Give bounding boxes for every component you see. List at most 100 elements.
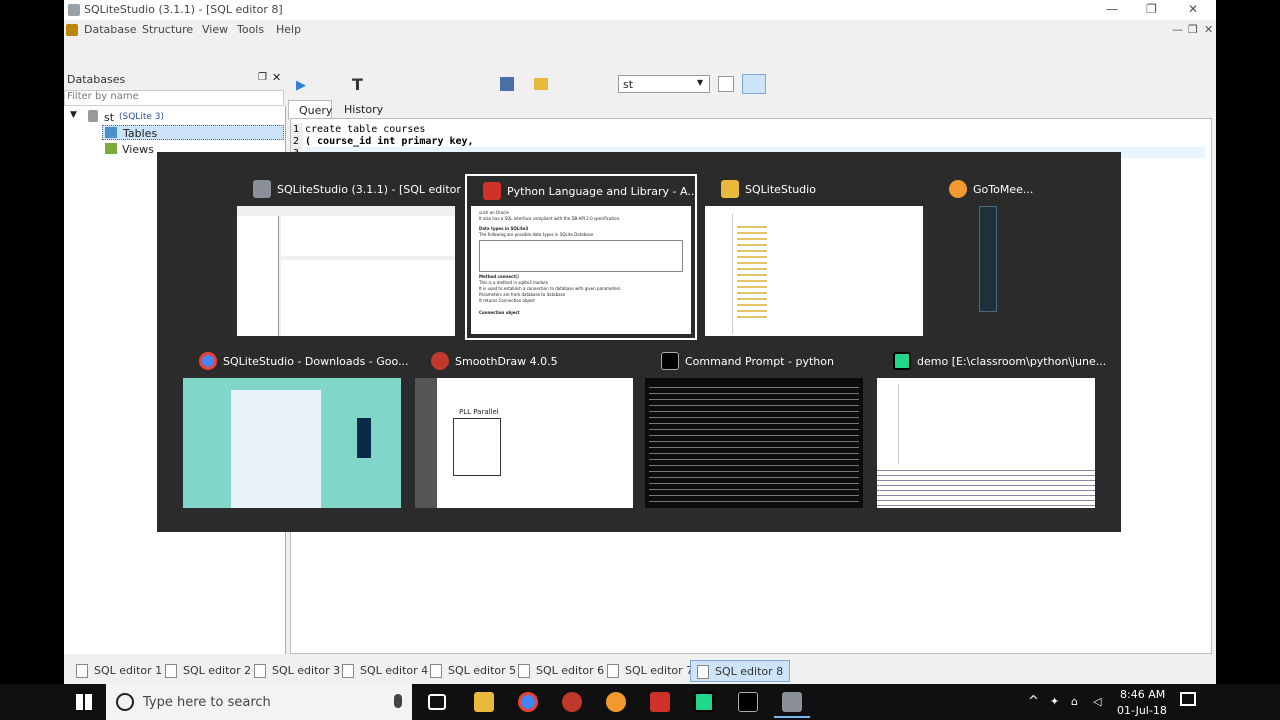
switcher-item-smoothdraw[interactable]: SmoothDraw 4.0.5 PLL Parallel	[415, 346, 647, 518]
switcher-label: SQLiteStudio (3.1.1) - [SQL editor 8]	[277, 183, 467, 196]
tab-sql-editor-2[interactable]: SQL editor 2	[159, 660, 257, 682]
gotomeeting-panel	[979, 206, 997, 312]
switcher-item-chrome[interactable]: SQLiteStudio - Downloads - Goo...	[183, 346, 415, 518]
sqlitestudio-taskbar-icon[interactable]	[782, 692, 802, 712]
tab-sql-editor-3[interactable]: SQL editor 3	[248, 660, 346, 682]
taskbar-search[interactable]: Type here to search	[106, 684, 412, 720]
switcher-item-pdf[interactable]: Python Language and Library - A... such …	[465, 174, 697, 340]
sql-file-icon	[607, 664, 619, 678]
notifications-icon[interactable]	[1180, 692, 1196, 706]
windows-start-icon[interactable]	[76, 694, 92, 710]
folder-icon	[721, 180, 739, 198]
gotomeeting-taskbar-icon[interactable]	[606, 692, 626, 712]
tree-item-tables[interactable]: Tables	[102, 125, 284, 140]
thumb-panel	[237, 216, 279, 336]
clock-time[interactable]: 8:46 AM	[1120, 688, 1165, 701]
tab-sql-editor-8[interactable]: SQL editor 8	[690, 660, 791, 682]
maximize-button[interactable]: ❐	[1146, 2, 1157, 16]
format-sql-icon[interactable]: T	[352, 75, 363, 94]
switcher-label: SQLiteStudio - Downloads - Goo...	[223, 355, 409, 368]
close-panel-icon[interactable]: ✕	[272, 71, 281, 84]
menu-bar: Database Structure View Tools Help — ❐ ✕	[64, 20, 1216, 40]
show-hidden-icons-icon[interactable]: ^	[1028, 694, 1039, 709]
task-view-icon[interactable]	[428, 694, 446, 710]
line-number: 1	[293, 124, 300, 135]
close-button[interactable]: ✕	[1188, 2, 1198, 16]
sql-file-icon	[430, 664, 442, 678]
tab-sql-editor-4[interactable]: SQL editor 4	[336, 660, 434, 682]
clock-date[interactable]: 01-Jul-18	[1117, 704, 1167, 717]
thumb-sketch-page	[453, 418, 501, 476]
mdi-restore-button[interactable]: ❐	[1188, 23, 1198, 36]
thumb-console-text	[649, 382, 859, 502]
switcher-label: GoToMee...	[973, 183, 1034, 196]
tree-item-views[interactable]: Views	[122, 143, 154, 156]
microphone-icon[interactable]	[394, 694, 402, 708]
switcher-item-cmd[interactable]: Command Prompt - python	[645, 346, 877, 518]
switcher-item-explorer[interactable]: SQLiteStudio	[705, 174, 937, 346]
switcher-item-pycharm[interactable]: demo [E:\classroom\python\june...	[877, 346, 1109, 518]
expand-icon[interactable]: ▼	[70, 110, 77, 120]
db-name[interactable]: st	[104, 111, 114, 124]
tab-label: SQL editor 1	[94, 664, 163, 677]
database-combo[interactable]: st ▼	[618, 75, 710, 93]
window-thumbnail: PLL Parallel	[415, 378, 633, 508]
thumb-page	[231, 390, 321, 508]
pycharm-taskbar-icon[interactable]	[694, 692, 714, 712]
thumb-banner	[357, 418, 371, 458]
menu-tools[interactable]: Tools	[237, 23, 264, 36]
pdf-heading: Connection object	[479, 310, 520, 315]
result-below-icon[interactable]	[718, 76, 734, 92]
window-thumbnail	[705, 206, 923, 336]
sql-file-icon	[76, 664, 88, 678]
sqlitestudio-icon	[253, 180, 271, 198]
app-icon	[68, 4, 80, 16]
network-icon[interactable]: ⌂	[1071, 695, 1078, 708]
tab-sql-editor-5[interactable]: SQL editor 5	[424, 660, 522, 682]
tab-label: SQL editor 4	[360, 664, 429, 677]
window-thumbnail: such an Oracle It also has a SQL interfa…	[471, 206, 691, 334]
tab-sql-editor-1[interactable]: SQL editor 1	[70, 660, 168, 682]
menu-database[interactable]: Database	[84, 23, 137, 36]
cmd-taskbar-icon[interactable]	[738, 692, 758, 712]
tab-query-label: Query	[299, 104, 333, 117]
sql-file-icon	[518, 664, 530, 678]
result-tab-icon[interactable]	[742, 74, 766, 94]
mdi-close-button[interactable]: ✕	[1204, 23, 1213, 36]
task-switcher: SQLiteStudio (3.1.1) - [SQL editor 8] Py…	[157, 152, 1121, 532]
tab-history[interactable]: History	[336, 101, 388, 119]
tab-sql-editor-6[interactable]: SQL editor 6	[512, 660, 610, 682]
menu-structure[interactable]: Structure	[142, 23, 193, 36]
db-filter-input[interactable]: Filter by name	[64, 90, 284, 106]
open-file-icon[interactable]	[534, 78, 548, 90]
smoothdraw-taskbar-icon[interactable]	[562, 692, 582, 712]
pdf-taskbar-icon[interactable]	[650, 692, 670, 712]
float-panel-icon[interactable]: ❐	[258, 72, 267, 83]
tab-history-label: History	[344, 103, 384, 116]
window-thumbnail	[877, 378, 1095, 508]
thumb-results	[281, 260, 455, 336]
gotomeeting-icon	[949, 180, 967, 198]
tab-query[interactable]: Query	[288, 100, 332, 120]
window-thumbnail	[237, 206, 455, 336]
pdf-line: It returns Connection object	[479, 298, 535, 303]
volume-icon[interactable]: ◁	[1093, 695, 1101, 708]
sql-file-icon	[697, 665, 709, 679]
pycharm-icon	[893, 352, 911, 370]
editor-tabs-bar: SQL editor 1 SQL editor 2 SQL editor 3 S…	[64, 656, 1216, 684]
minimize-button[interactable]: —	[1106, 2, 1118, 16]
save-icon[interactable]	[500, 77, 514, 91]
tab-sql-editor-7[interactable]: SQL editor 7	[601, 660, 699, 682]
switcher-item-sqlitestudio[interactable]: SQLiteStudio (3.1.1) - [SQL editor 8]	[237, 174, 469, 346]
switcher-item-gotomeeting[interactable]: GoToMee...	[933, 174, 1113, 346]
window-title: SQLiteStudio (3.1.1) - [SQL editor 8]	[84, 3, 283, 16]
chrome-taskbar-icon[interactable]	[518, 692, 538, 712]
pdf-line: It also has a SQL interface compliant wi…	[479, 216, 621, 221]
menu-view[interactable]: View	[202, 23, 228, 36]
menu-help[interactable]: Help	[276, 23, 301, 36]
thumb-editor	[281, 216, 455, 256]
file-explorer-icon[interactable]	[474, 692, 494, 712]
mdi-minimize-button[interactable]: —	[1172, 23, 1183, 36]
dropbox-icon[interactable]: ✦	[1050, 695, 1059, 708]
execute-query-icon[interactable]: ▶	[296, 78, 306, 93]
